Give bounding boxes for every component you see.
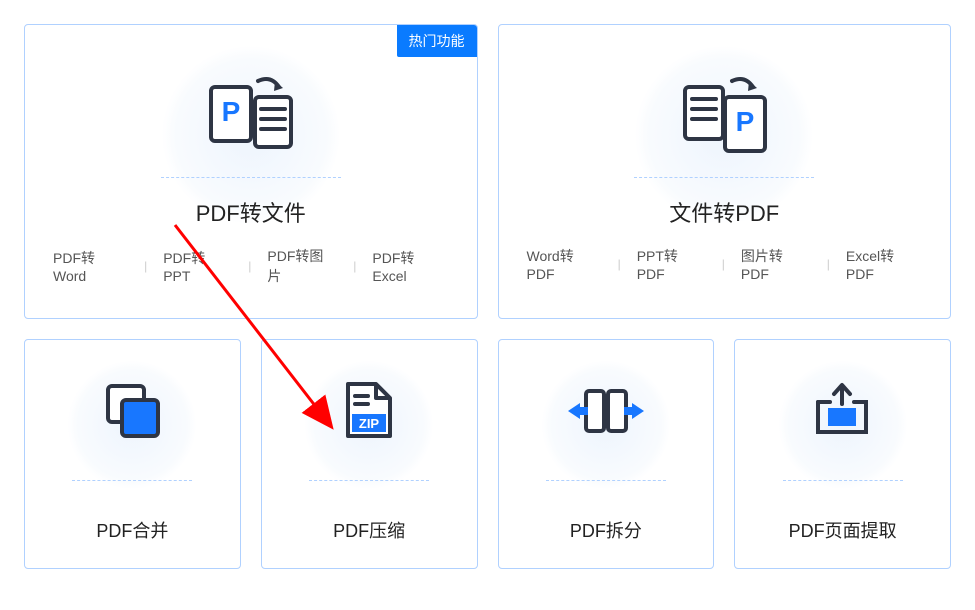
card-pdf-extract[interactable]: PDF页面提取 [734, 339, 951, 569]
sub-option[interactable]: PDF转Excel [364, 248, 456, 284]
extract-icon [810, 370, 875, 450]
sub-option[interactable]: 图片转PDF [733, 246, 819, 282]
card-file-to-pdf[interactable]: P 文件转PDF Word转PDF| PPT转PDF| 图片转PDF| Exce… [498, 24, 952, 319]
file-to-pdf-icon: P [677, 65, 772, 165]
merge-icon [100, 370, 165, 450]
divider [161, 177, 341, 178]
sub-option[interactable]: Word转PDF [519, 246, 610, 282]
svg-text:ZIP: ZIP [359, 416, 380, 431]
card-pdf-merge[interactable]: PDF合并 [24, 339, 241, 569]
divider [309, 480, 429, 481]
divider [546, 480, 666, 481]
card-pdf-compress[interactable]: ZIP PDF压缩 [261, 339, 478, 569]
sub-option[interactable]: Excel转PDF [838, 246, 930, 282]
divider [634, 177, 814, 178]
card-title: PDF压缩 [333, 517, 405, 543]
pdf-to-file-icon: P [203, 65, 298, 165]
divider [72, 480, 192, 481]
card-title: PDF页面提取 [789, 517, 897, 543]
card-pdf-to-file[interactable]: 热门功能 P PDF转文件 PDF转Word| PDF转PPT| [24, 24, 478, 319]
sub-option[interactable]: PDF转PPT [155, 248, 240, 284]
card-title: PDF拆分 [570, 517, 642, 543]
card-title: PDF合并 [96, 517, 168, 543]
svg-text:P: P [735, 106, 754, 137]
card-title: PDF转文件 [196, 196, 306, 228]
card-pdf-split[interactable]: PDF拆分 [498, 339, 715, 569]
sub-options: Word转PDF| PPT转PDF| 图片转PDF| Excel转PDF [519, 246, 931, 282]
divider [783, 480, 903, 481]
hot-badge: 热门功能 [397, 25, 477, 57]
card-title: 文件转PDF [669, 196, 779, 228]
sub-option[interactable]: PDF转图片 [259, 246, 345, 286]
svg-text:P: P [222, 96, 241, 127]
compress-icon: ZIP [342, 370, 397, 450]
sub-options: PDF转Word| PDF转PPT| PDF转图片| PDF转Excel [45, 246, 457, 286]
sub-option[interactable]: PPT转PDF [629, 246, 714, 282]
sub-option[interactable]: PDF转Word [45, 248, 136, 284]
split-icon [566, 370, 646, 450]
